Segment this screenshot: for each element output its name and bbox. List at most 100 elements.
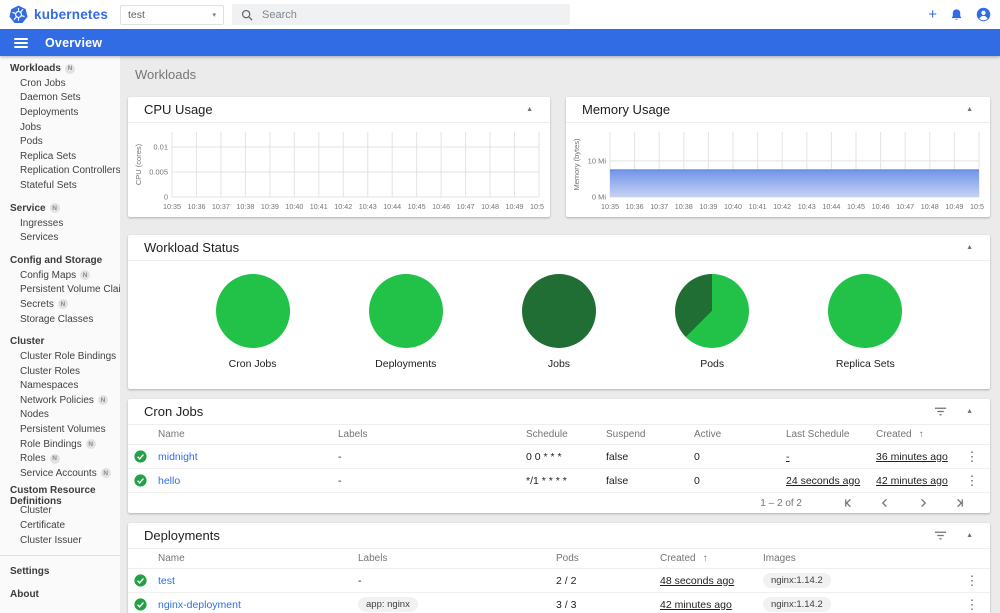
column-header-name[interactable]: Name — [158, 429, 338, 440]
sidebar-item-daemon-sets[interactable]: Daemon Sets — [0, 91, 120, 106]
column-header-active[interactable]: Active — [694, 429, 786, 440]
cell-value: 2 / 2 — [556, 574, 577, 587]
row-menu-button[interactable]: ⋮ — [960, 574, 984, 587]
sidebar-item-label: Nodes — [20, 409, 49, 421]
sidebar-item-config-maps[interactable]: Config Maps N — [0, 268, 120, 283]
resource-link[interactable]: hello — [158, 475, 338, 487]
sidebar-item-persistent-volume-claims[interactable]: Persistent Volume ClaimsN — [0, 283, 120, 298]
sidebar-item-namespaces[interactable]: Namespaces — [0, 379, 120, 394]
column-header-images[interactable]: Images — [763, 553, 960, 564]
sidebar-item-label: Roles — [20, 453, 46, 465]
pie-chart — [828, 274, 903, 348]
row-menu-button[interactable]: ⋮ — [960, 450, 984, 463]
notifications-button[interactable] — [950, 8, 963, 22]
sidebar-item-label: Storage Classes — [20, 313, 94, 325]
menu-hamburger-button[interactable] — [14, 36, 28, 50]
sidebar-item-label: Persistent Volume Claims — [20, 284, 120, 296]
sidebar-item-replica-sets[interactable]: Replica Sets — [0, 149, 120, 164]
sidebar-item-persistent-volumes[interactable]: Persistent Volumes — [0, 422, 120, 437]
search-bar[interactable] — [232, 4, 570, 25]
svg-text:10:49: 10:49 — [506, 202, 524, 211]
next-page-button[interactable] — [904, 497, 941, 509]
resource-link[interactable]: test — [158, 575, 358, 587]
column-header-created[interactable]: Created ↑ — [876, 429, 960, 440]
resource-link[interactable]: nginx-deployment — [158, 599, 358, 611]
sidebar-item-services[interactable]: Services — [0, 230, 120, 245]
sidebar-item-label: Stateful Sets — [20, 179, 77, 191]
sidebar-item-label: Cluster — [20, 505, 52, 517]
column-header-name[interactable]: Name — [158, 553, 358, 564]
svg-text:10:35: 10:35 — [601, 202, 619, 211]
collapse-icon[interactable]: ▲ — [523, 103, 536, 116]
collapse-icon[interactable]: ▲ — [963, 103, 976, 116]
sidebar-item-secrets[interactable]: Secrets N — [0, 297, 120, 312]
sidebar: Workloads N Cron Jobs Daemon Sets Deployment… — [0, 56, 120, 613]
memory-usage-chart: 0 Mi 10 Mi 10:35 10:36 10:37 10:38 10:39 10:40 1… — [566, 123, 990, 217]
filter-button[interactable] — [934, 405, 947, 418]
deployments-card: Deployments ▲ Name Labels Pods Created ↑ Imag… — [128, 523, 990, 613]
relative-time: 42 minutes ago — [660, 598, 732, 611]
column-header-pods[interactable]: Pods — [556, 553, 660, 564]
column-header-labels[interactable]: Labels — [338, 429, 526, 440]
column-header-labels[interactable]: Labels — [358, 553, 556, 564]
sidebar-item-deployments[interactable]: Deployments — [0, 105, 120, 120]
column-header-created[interactable]: Created ↑ — [660, 553, 763, 564]
sidebar-group-label: About — [10, 589, 39, 601]
column-header-schedule[interactable]: Schedule — [526, 429, 606, 440]
svg-text:10:44: 10:44 — [383, 202, 401, 211]
namespace-selector[interactable]: test ▾ — [120, 4, 224, 25]
sidebar-item-cluster-issuer[interactable]: Cluster Issuer — [0, 533, 120, 548]
sidebar-item-cron-jobs[interactable]: Cron Jobs — [0, 76, 120, 91]
sidebar-item-certificate[interactable]: Certificate — [0, 518, 120, 533]
sidebar-item-replication-controllers[interactable]: Replication Controllers — [0, 164, 120, 179]
pie-chart — [215, 274, 290, 348]
cell-value: - — [338, 474, 342, 487]
cron-jobs-card: Cron Jobs ▲ Name Labels Schedule Suspend Act… — [128, 399, 990, 513]
sidebar-group-label: Config and Storage — [10, 254, 103, 266]
last-page-button[interactable] — [941, 497, 978, 509]
namespaced-badge: N — [57, 299, 68, 310]
sidebar-item-ingresses[interactable]: Ingresses — [0, 216, 120, 231]
sidebar-item-label: Persistent Volumes — [20, 424, 106, 436]
kubernetes-logo[interactable]: kubernetes — [9, 5, 120, 24]
main-content: Workloads CPU Usage ▲ 0 0.005 0.01 10:35 10:… — [120, 56, 1000, 613]
resource-link[interactable]: midnight — [158, 451, 338, 463]
workload-status-card: Workload Status ▲ Cron Jobs Deployments Jo… — [128, 235, 990, 389]
label-chip-wrap: nginx:1.14.2 — [763, 597, 960, 612]
user-menu-button[interactable] — [976, 7, 991, 22]
label-chip: app: nginx — [358, 597, 418, 612]
column-header-last-schedule[interactable]: Last Schedule — [786, 429, 876, 440]
search-input[interactable] — [262, 8, 522, 21]
create-resource-button[interactable]: + — [928, 7, 937, 22]
svg-text:10:42: 10:42 — [773, 202, 791, 211]
sidebar-item-cluster-role-bindings[interactable]: Cluster Role Bindings — [0, 349, 120, 364]
status-ok-icon — [134, 574, 158, 587]
sidebar-item-pods[interactable]: Pods — [0, 134, 120, 149]
sidebar-item-stateful-sets[interactable]: Stateful Sets — [0, 178, 120, 193]
sidebar-item-network-policies[interactable]: Network Policies N — [0, 393, 120, 408]
sidebar-item-storage-classes[interactable]: Storage Classes — [0, 312, 120, 327]
sidebar-item-cluster-roles[interactable]: Cluster Roles — [0, 364, 120, 379]
row-menu-button[interactable]: ⋮ — [960, 474, 984, 487]
sidebar-item-nodes[interactable]: Nodes — [0, 408, 120, 423]
collapse-icon[interactable]: ▲ — [963, 241, 976, 254]
filter-list-icon — [934, 407, 947, 416]
svg-text:10:36: 10:36 — [187, 202, 205, 211]
column-header-suspend[interactable]: Suspend — [606, 429, 694, 440]
namespaced-badge: N — [49, 203, 60, 214]
row-menu-button[interactable]: ⋮ — [960, 598, 984, 611]
previous-page-button[interactable] — [867, 497, 904, 509]
sidebar-item-jobs[interactable]: Jobs — [0, 120, 120, 135]
sidebar-item-roles[interactable]: Roles N — [0, 451, 120, 466]
svg-text:10:46: 10:46 — [432, 202, 450, 211]
cell-value: 0 0 * * * — [526, 450, 562, 463]
collapse-icon[interactable]: ▲ — [963, 529, 976, 542]
svg-text:10:47: 10:47 — [457, 202, 475, 211]
first-page-button[interactable] — [830, 497, 867, 509]
workload-status-title: Workload Status — [144, 240, 240, 255]
sidebar-item-role-bindings[interactable]: Role Bindings N — [0, 437, 120, 452]
collapse-icon[interactable]: ▲ — [963, 405, 976, 418]
relative-time: 36 minutes ago — [876, 450, 948, 463]
sidebar-item-service-accounts[interactable]: Service Accounts N — [0, 466, 120, 481]
filter-button[interactable] — [934, 529, 947, 542]
